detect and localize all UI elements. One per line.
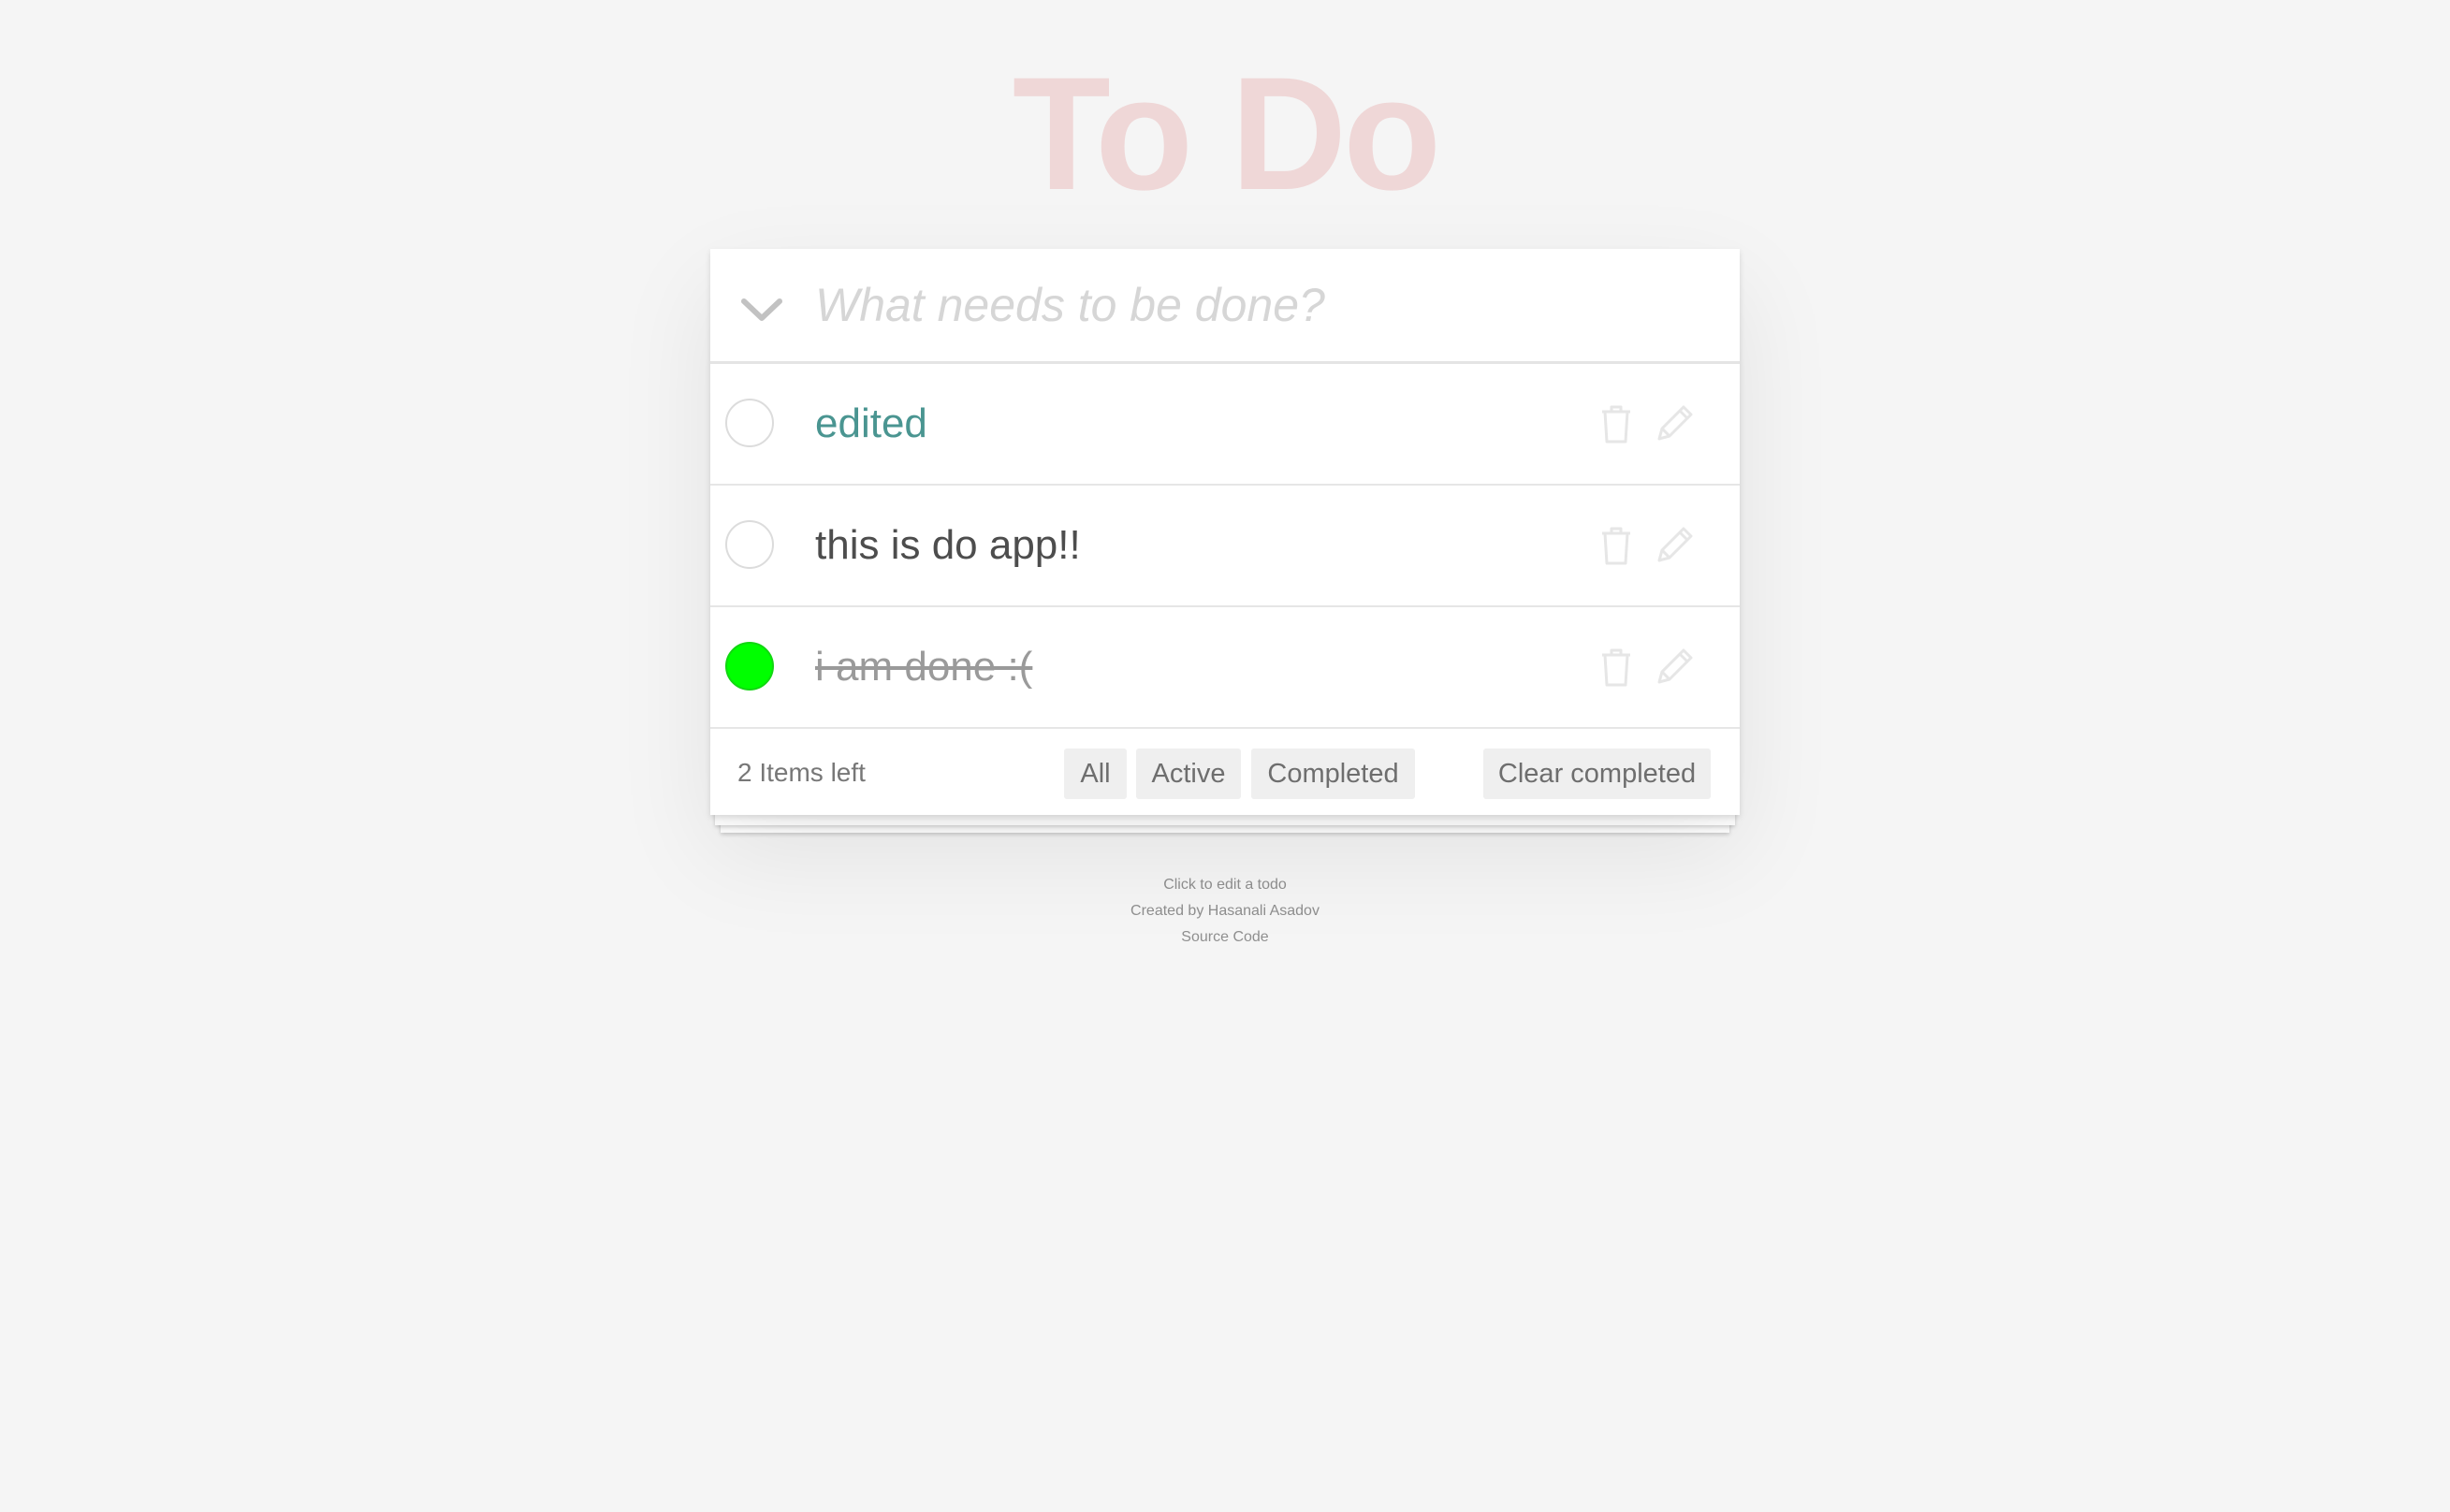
items-left-count: 2 Items left	[737, 758, 866, 787]
filter-all-button[interactable]: All	[1064, 749, 1127, 799]
page: To Do edited	[0, 0, 2450, 1512]
toggle-all-button[interactable]	[710, 249, 813, 361]
credit-text: Created by Hasanali Asadov	[1130, 903, 1320, 919]
todo-text[interactable]: this is do app!!	[815, 486, 1081, 605]
trash-icon	[1602, 527, 1630, 565]
todo-item: i am done :(	[710, 607, 1740, 729]
todo-complete-toggle[interactable]	[725, 399, 774, 447]
edit-todo-button[interactable]	[1652, 645, 1697, 690]
todo-item: this is do app!!	[710, 486, 1740, 607]
new-todo-header	[710, 249, 1740, 364]
filter-completed-button[interactable]: Completed	[1251, 749, 1415, 799]
filter-active-button[interactable]: Active	[1136, 749, 1241, 799]
app-title: To Do	[1012, 44, 1441, 224]
chevron-down-icon	[741, 298, 782, 321]
edit-todo-button[interactable]	[1652, 523, 1697, 568]
edit-hint: Click to edit a todo	[1163, 877, 1287, 893]
delete-todo-button[interactable]	[1594, 401, 1639, 446]
todo-footer: 2 Items left All Active Completed Clear …	[710, 729, 1740, 815]
todo-card: edited	[710, 249, 1740, 815]
todo-text[interactable]: edited	[815, 364, 927, 484]
todo-complete-toggle[interactable]	[725, 642, 774, 691]
trash-icon	[1602, 648, 1630, 687]
delete-todo-button[interactable]	[1594, 523, 1639, 568]
trash-icon	[1602, 405, 1630, 443]
source-code-link[interactable]: Source Code	[0, 929, 2450, 946]
new-todo-input[interactable]	[815, 258, 1740, 352]
pencil-icon	[1657, 405, 1693, 441]
delete-todo-button[interactable]	[1594, 645, 1639, 690]
edit-todo-button[interactable]	[1652, 401, 1697, 446]
pencil-icon	[1657, 527, 1693, 562]
todo-item: edited	[710, 364, 1740, 486]
todo-text[interactable]: i am done :(	[815, 607, 1032, 727]
todo-complete-toggle[interactable]	[725, 520, 774, 569]
clear-completed-button[interactable]: Clear completed	[1483, 749, 1711, 799]
pencil-icon	[1657, 648, 1693, 684]
todo-list: edited this is do app!! i am done:(	[710, 364, 1740, 729]
